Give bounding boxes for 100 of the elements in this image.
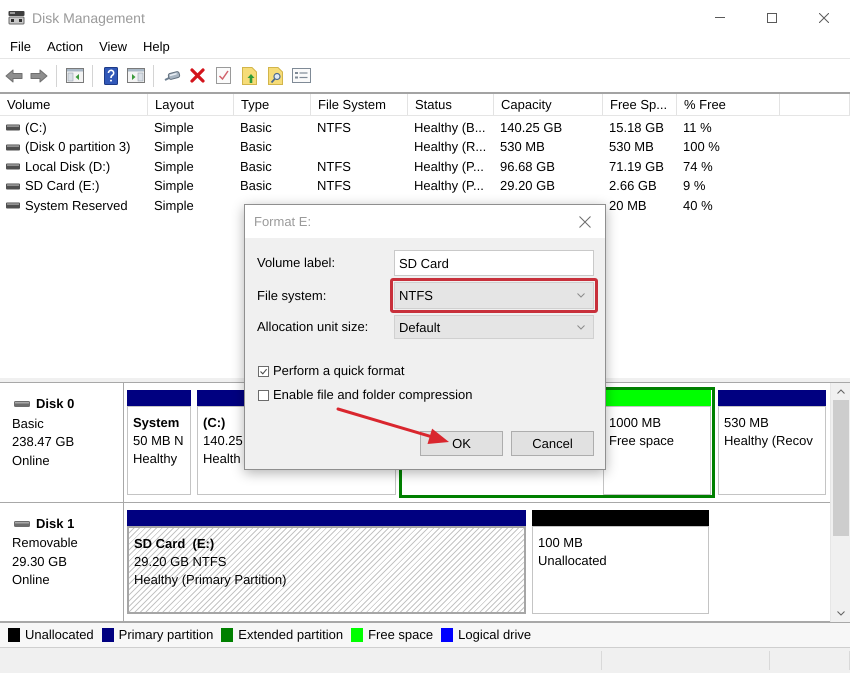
table-cell: 96.68 GB (500, 158, 555, 175)
table-cell: 100 % (683, 139, 720, 156)
dialog-title: Format E: (254, 214, 312, 229)
close-icon[interactable] (819, 12, 829, 22)
table-cell: Healthy (R... (414, 139, 486, 156)
table-cell: 71.19 GB (609, 158, 664, 175)
legend-label: Free space (368, 627, 434, 643)
table-cell: Basic (240, 158, 272, 175)
partition-size: 29.20 GB NTFS (134, 552, 226, 570)
table-cell: Simple (154, 178, 194, 194)
forward-arrow-icon[interactable] (30, 68, 48, 82)
table-cell: NTFS (317, 120, 351, 136)
table-cell: Simple (154, 139, 194, 156)
dialog-button[interactable]: Cancel (511, 431, 594, 456)
disk-size: 238.47 GB (12, 434, 74, 450)
partition-box[interactable]: 100 MB Unallocated (532, 526, 709, 614)
partition-box[interactable]: System 50 MB N Healthy (127, 406, 191, 494)
plug-icon[interactable] (162, 68, 180, 82)
column-header[interactable]: % Free (677, 94, 780, 115)
drive-icon (14, 401, 30, 407)
chevron-up-icon[interactable] (836, 389, 844, 394)
page-arrow-icon[interactable] (242, 66, 258, 84)
table-cell: Simple (154, 198, 194, 214)
partition-box[interactable]: 530 MB Healthy (Recov (718, 406, 826, 494)
partition-title: (C:) (203, 414, 226, 432)
partition-title: System (133, 414, 180, 432)
partition-size: 1000 MB (609, 414, 662, 432)
field-label: Allocation unit size: (257, 319, 368, 335)
table-cell: 530 MB (609, 139, 654, 156)
window-pane-icon[interactable] (126, 68, 144, 83)
legend-label: Primary partition (118, 627, 214, 643)
list-window-icon[interactable] (292, 68, 311, 83)
partition-size: 530 MB (724, 414, 769, 432)
table-cell: NTFS (317, 158, 351, 175)
table-cell: Basic (240, 178, 272, 194)
chevron-down-icon (836, 611, 844, 616)
table-cell: 530 MB (500, 139, 545, 156)
partition-status: Healthy (Primary Partition) (134, 570, 286, 588)
menu-item[interactable]: File (10, 38, 31, 56)
delete-icon[interactable] (190, 68, 205, 83)
disk-status: Online (12, 452, 50, 468)
drive-icon (8, 10, 25, 25)
column-header[interactable]: Volume (0, 94, 148, 115)
field-label: Volume label: (257, 255, 336, 271)
scrollbar-thumb[interactable] (832, 400, 848, 536)
drive-icon (6, 163, 20, 170)
table-cell: 20 MB (609, 198, 647, 214)
table-cell: Healthy (P... (414, 158, 484, 175)
table-cell: Local Disk (D:) (25, 158, 110, 175)
table-cell: Simple (154, 158, 194, 175)
table-cell: 15.18 GB (609, 120, 664, 136)
window-pane-icon[interactable] (66, 68, 84, 83)
column-header[interactable]: Status (408, 94, 494, 115)
table-cell: Basic (240, 120, 272, 136)
partition-status: Health (203, 450, 241, 468)
dropdown[interactable]: Default (394, 315, 594, 339)
dialog-button[interactable]: OK (420, 431, 503, 456)
checkbox-label[interactable]: Perform a quick format (273, 363, 404, 379)
partition-status: Healthy (Recov (724, 432, 813, 450)
partition-box[interactable]: 1000 MB Free space (603, 406, 711, 494)
partition-box[interactable]: SD Card (E:) 29.20 GB NTFS Healthy (Primary Partition) (127, 526, 526, 614)
checkbox[interactable] (257, 364, 270, 378)
drive-icon (6, 144, 20, 151)
field-label: File system: (257, 288, 326, 304)
drive-icon (6, 182, 20, 190)
window-title: Disk Management (32, 10, 145, 26)
table-cell: Simple (154, 120, 194, 136)
maximize-icon[interactable] (767, 12, 777, 22)
legend-label: Unallocated (25, 627, 94, 643)
disk-type: Removable (12, 535, 78, 551)
table-cell: 9 % (683, 178, 706, 194)
disk-name: Disk 1 (36, 516, 74, 532)
partition-size: 100 MB (538, 534, 583, 552)
column-header[interactable]: File System (311, 94, 408, 115)
dropdown[interactable]: NTFS (394, 282, 594, 309)
table-cell: 140.25 GB (500, 120, 562, 136)
partition-status: Unallocated (538, 552, 607, 570)
menu-item[interactable]: View (99, 38, 128, 56)
partition-size: 140.25 (203, 432, 243, 450)
text-field[interactable]: SD Card (394, 250, 594, 276)
drive-icon (14, 520, 30, 526)
page-search-icon[interactable] (268, 66, 284, 84)
table-cell: 2.66 GB (609, 178, 657, 194)
menu-item[interactable]: Help (143, 38, 170, 56)
column-header[interactable]: Layout (148, 94, 234, 115)
legend-label: Extended partition (238, 627, 344, 643)
column-header[interactable]: Capacity (494, 94, 603, 115)
document-check-icon[interactable] (216, 67, 231, 84)
checkbox[interactable] (257, 388, 270, 402)
column-header[interactable]: Type (234, 94, 311, 115)
help-icon[interactable] (104, 66, 118, 84)
table-cell: 74 % (683, 158, 713, 175)
menu-item[interactable]: Action (46, 38, 84, 56)
table-cell: 29.20 GB (500, 178, 555, 194)
drive-icon (6, 124, 20, 132)
back-arrow-icon[interactable] (4, 68, 22, 82)
close-icon[interactable] (579, 216, 591, 228)
table-cell: (Disk 0 partition 3) (25, 139, 130, 156)
column-header[interactable]: Free Sp... (603, 94, 677, 115)
partition-size: 50 MB N (133, 432, 184, 450)
